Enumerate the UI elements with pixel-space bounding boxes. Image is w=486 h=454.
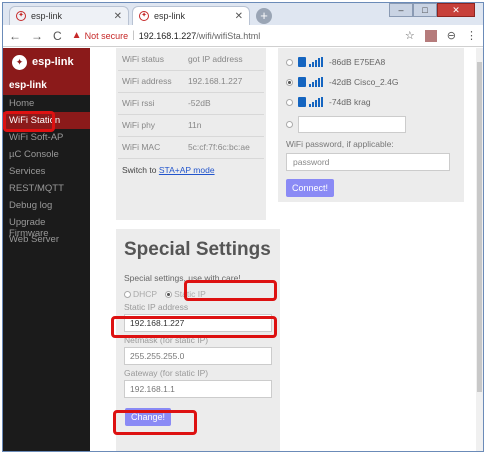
static-ip-radio[interactable]	[165, 290, 173, 298]
table-row: WiFi address 192.168.1.227	[118, 70, 264, 93]
table-row: WiFi MAC 5c:cf:7f:6c:bc:ae	[118, 136, 264, 159]
back-icon[interactable]: ←	[9, 29, 21, 43]
window-controls: – □ ✕	[389, 3, 475, 17]
highlight-change-button	[113, 410, 197, 435]
network-label: -86dB E75EA8	[329, 57, 386, 67]
close-window-button[interactable]: ✕	[437, 3, 475, 17]
divider: |	[132, 30, 135, 41]
gateway-input[interactable]: 192.168.1.1	[124, 380, 272, 398]
signal-bars-icon	[309, 77, 324, 87]
highlight-static-ip	[184, 280, 277, 301]
password-input[interactable]: password	[286, 153, 450, 171]
dhcp-radio[interactable]	[124, 290, 131, 298]
maximize-button[interactable]: □	[413, 3, 437, 17]
sidebar-item-services[interactable]: Services	[3, 163, 90, 180]
sidebar-item-rest-mqtt[interactable]: REST/MQTT	[3, 180, 90, 197]
dhcp-label: DHCP	[133, 289, 158, 299]
network-radio[interactable]	[286, 120, 293, 128]
table-row: WiFi rssi -52dB	[118, 92, 264, 115]
signal-bars-icon	[309, 57, 324, 67]
row-value: 11n	[183, 114, 264, 137]
new-tab-button[interactable]: +	[256, 8, 272, 24]
network-option[interactable]: -74dB krag	[278, 92, 464, 112]
sidebar-item-upgrade-firmware[interactable]: Upgrade Firmware	[3, 214, 90, 239]
browser-window: ✦ esp-link ✕ ✦ esp-link ✕ + – □ ✕ ← → C …	[2, 2, 484, 452]
table-row: WiFi status got IP address	[118, 48, 264, 71]
close-tab-icon[interactable]: ✕	[235, 11, 243, 22]
tab-strip: ✦ esp-link ✕ ✦ esp-link ✕ + – □ ✕	[3, 3, 483, 25]
tab-title: esp-link	[31, 11, 63, 21]
extension-icon[interactable]	[424, 29, 437, 42]
url-field[interactable]: 192.168.1.227/wifi/wifiSta.html	[139, 31, 395, 41]
reload-icon[interactable]: C	[53, 29, 62, 43]
address-bar: ← → C ▲ Not secure | 192.168.1.227/wifi/…	[3, 25, 483, 47]
network-option[interactable]: -86dB E75EA8	[278, 52, 464, 72]
wifi-status-card: WiFi status got IP address WiFi address 19…	[116, 48, 266, 220]
toolbar-icons: ☆ ⊖ ⋮	[395, 29, 477, 42]
not-secure-label[interactable]: Not secure	[85, 31, 129, 41]
minimize-button[interactable]: –	[389, 3, 413, 17]
wifi-status-table: WiFi status got IP address WiFi address 19…	[118, 48, 264, 159]
tab-esp-link-2[interactable]: ✦ esp-link ✕	[132, 6, 250, 25]
row-value: -52dB	[183, 92, 264, 115]
row-value: got IP address	[183, 48, 264, 71]
table-row: WiFi phy 11n	[118, 114, 264, 137]
network-select-card: -86dB E75EA8 -42dB Cisco_2.4G -74dB krag	[278, 48, 464, 202]
network-option[interactable]: -42dB Cisco_2.4G	[278, 72, 464, 92]
network-label: -74dB krag	[329, 97, 371, 107]
sidebar-item-home[interactable]: Home	[3, 95, 90, 112]
network-option-custom[interactable]	[278, 112, 464, 136]
row-label: WiFi address	[118, 70, 184, 93]
scrollbar[interactable]	[476, 48, 483, 451]
gateway-label: Gateway (for static IP)	[124, 368, 209, 378]
brand-title: esp-link	[32, 56, 74, 68]
lock-icon	[298, 57, 306, 67]
warning-icon: ▲	[71, 30, 82, 41]
special-settings-heading: Special Settings	[124, 239, 271, 260]
sidebar-item-uc-console[interactable]: µC Console	[3, 146, 90, 163]
row-value: 192.168.1.227	[183, 70, 264, 93]
sidebar-heading: esp-link	[3, 76, 90, 95]
brand-header[interactable]: ✦ esp-link	[3, 48, 90, 76]
close-tab-icon[interactable]: ✕	[114, 11, 122, 22]
highlight-static-ip-field	[111, 316, 277, 338]
tab-esp-link-1[interactable]: ✦ esp-link ✕	[9, 6, 129, 25]
lock-icon	[298, 97, 306, 107]
sidebar: ✦ esp-link esp-link Home WiFi Station Wi…	[3, 48, 90, 451]
esp-link-logo-icon: ✦	[12, 54, 27, 70]
lock-icon	[298, 77, 306, 87]
scrollbar-thumb[interactable]	[477, 62, 482, 392]
bookmark-star-icon[interactable]: ☆	[405, 29, 415, 42]
custom-ssid-input[interactable]	[298, 115, 406, 133]
url-host: 192.168.1.227	[138, 30, 197, 41]
forward-icon[interactable]: →	[31, 29, 43, 43]
highlight-wifi-station	[3, 111, 55, 132]
network-radio-selected[interactable]	[286, 78, 293, 86]
switch-prefix: Switch to	[122, 164, 157, 175]
row-label: WiFi MAC	[118, 136, 184, 159]
signal-bars-icon	[309, 97, 324, 107]
row-label: WiFi rssi	[118, 92, 184, 115]
netmask-input[interactable]: 255.255.255.0	[124, 347, 272, 365]
profile-icon[interactable]: ⊖	[447, 29, 456, 42]
tab-title: esp-link	[154, 11, 186, 21]
password-label: WiFi password, if applicable:	[286, 139, 394, 149]
connect-button[interactable]: Connect!	[286, 179, 335, 197]
sidebar-item-web-server[interactable]: Web Server	[3, 231, 90, 248]
switch-mode-text: Switch to STA+AP mode	[116, 159, 266, 181]
row-label: WiFi status	[118, 48, 184, 71]
sta-ap-mode-link[interactable]: STA+AP mode	[159, 165, 215, 175]
network-label: -42dB Cisco_2.4G	[329, 77, 399, 87]
esp-link-favicon-icon: ✦	[16, 11, 26, 21]
menu-icon[interactable]: ⋮	[466, 29, 477, 42]
esp-link-favicon-icon: ✦	[139, 11, 149, 21]
row-label: WiFi phy	[118, 114, 184, 137]
row-value: 5c:cf:7f:6c:bc:ae	[183, 136, 264, 159]
main-content: WiFi status got IP address WiFi address 19…	[90, 48, 483, 451]
url-path: /wifi/wifiSta.html	[196, 30, 261, 41]
network-radio[interactable]	[286, 58, 293, 66]
page-content: ✦ esp-link esp-link Home WiFi Station Wi…	[3, 48, 483, 451]
sidebar-item-debug-log[interactable]: Debug log	[3, 197, 90, 214]
network-radio[interactable]	[286, 98, 293, 106]
